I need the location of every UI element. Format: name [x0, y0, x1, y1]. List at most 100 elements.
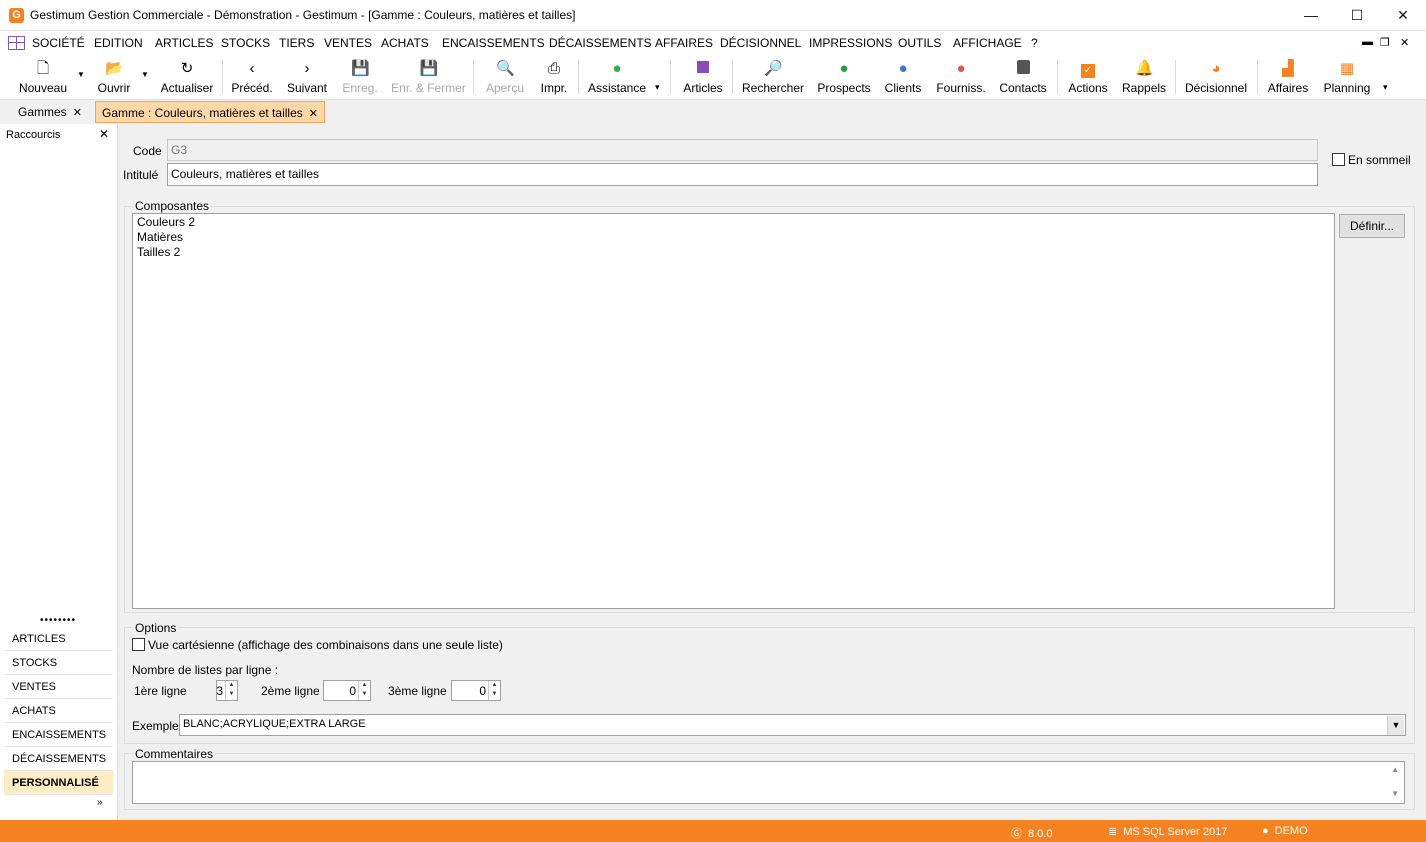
code-field[interactable]: G3 — [167, 139, 1318, 161]
menu-articles[interactable]: ARTICLES — [155, 36, 213, 50]
rechercher-button[interactable]: 🔎 Rechercher — [741, 56, 805, 98]
title-bar: G Gestimum Gestion Commerciale - Démonst… — [0, 0, 1426, 31]
tab-gammes[interactable]: Gammes ✕ — [12, 101, 88, 123]
mdi-minimize-button[interactable]: ▬ — [1362, 36, 1373, 48]
grid-icon[interactable] — [8, 36, 25, 50]
sidebar-item-encaissements[interactable]: ENCAISSEMENTS — [4, 723, 113, 747]
nouveau-button[interactable]: 🗋 Nouveau — [15, 56, 71, 98]
menu-help[interactable]: ? — [1031, 36, 1038, 50]
menu-decaissements[interactable]: DÉCAISSEMENTS — [549, 36, 652, 50]
assistance-button[interactable]: ● Assistance — [587, 56, 647, 98]
prospects-label: Prospects — [817, 81, 871, 95]
actualiser-label: Actualiser — [160, 81, 214, 95]
vue-cartesienne-checkbox[interactable] — [132, 638, 145, 651]
exemple-value: BLANC;ACRYLIQUE;EXTRA LARGE — [183, 718, 366, 730]
affaires-button[interactable]: ▟ Affaires — [1266, 56, 1310, 98]
ouvrir-button[interactable]: 📂 Ouvrir — [93, 56, 135, 98]
suivant-button[interactable]: › Suivant — [285, 56, 329, 98]
actions-check-icon: ✓ — [1079, 60, 1097, 78]
ligne1-stepper[interactable]: 3 ▲ ▼ — [216, 680, 238, 701]
maximize-button[interactable]: ☐ — [1334, 0, 1380, 31]
vue-cartesienne-label: Vue cartésienne (affichage des combinais… — [148, 638, 503, 652]
list-item[interactable]: Matières — [133, 229, 1334, 244]
articles-button[interactable]: Articles — [681, 56, 725, 98]
actions-label: Actions — [1068, 81, 1108, 95]
actions-button[interactable]: ✓ Actions — [1066, 56, 1110, 98]
stepper-arrows-icon[interactable]: ▲ ▼ — [488, 681, 500, 700]
composantes-title: Composantes — [133, 199, 212, 213]
sidebar-item-decaissements[interactable]: DÉCAISSEMENTS — [4, 747, 113, 771]
menu-affichage[interactable]: AFFICHAGE — [953, 36, 1022, 50]
sidebar-close-icon[interactable]: ✕ — [99, 127, 109, 141]
menu-encaissements[interactable]: ENCAISSEMENTS — [442, 36, 545, 50]
toolbar-separator — [1057, 60, 1058, 94]
prospects-button[interactable]: ● Prospects — [816, 56, 872, 98]
decisionnel-button[interactable]: ◕ Décisionnel — [1184, 56, 1248, 98]
apercu-button[interactable]: 🔍 Aperçu — [484, 56, 526, 98]
tab-gamme-detail[interactable]: Gamme : Couleurs, matières et tailles ✕ — [95, 101, 325, 123]
minimize-button[interactable]: — — [1288, 0, 1334, 31]
toolbar-separator — [473, 60, 474, 94]
commentaires-textarea[interactable]: ▲ ▼ — [132, 761, 1405, 804]
preced-button[interactable]: ‹ Précéd. — [230, 56, 274, 98]
save-close-icon: 💾 — [419, 60, 439, 77]
enr-fermer-button[interactable]: 💾 Enr. & Fermer — [390, 56, 467, 98]
prospect-person-icon: ● — [839, 60, 849, 77]
composantes-list[interactable]: Couleurs 2 Matières Tailles 2 — [132, 213, 1335, 609]
toolbar-overflow-icon[interactable]: ▾ — [1383, 82, 1388, 93]
rappels-button[interactable]: 🔔 Rappels — [1122, 56, 1166, 98]
list-item[interactable]: Tailles 2 — [133, 244, 1334, 259]
whatsapp-icon: ● — [612, 60, 622, 77]
print-icon: ⎙ — [547, 60, 560, 77]
scroll-down-icon[interactable]: ▼ — [1391, 789, 1399, 798]
planning-button[interactable]: ▦ Planning — [1321, 56, 1373, 98]
actualiser-button[interactable]: ↻ Actualiser — [158, 56, 216, 98]
ligne2-stepper[interactable]: 0 ▲ ▼ — [323, 680, 371, 701]
mdi-restore-button[interactable]: ❐ — [1380, 36, 1390, 49]
chevron-down-icon[interactable]: ▼ — [1387, 716, 1404, 735]
sidebar-item-personnalise[interactable]: PERSONNALISÉ — [4, 771, 113, 795]
user-status: ● DEMO — [1262, 825, 1308, 837]
menu-tiers[interactable]: TIERS — [279, 36, 314, 50]
definir-button[interactable]: Définir... — [1339, 214, 1405, 238]
menu-outils[interactable]: OUTILS — [898, 36, 941, 50]
menu-stocks[interactable]: STOCKS — [221, 36, 270, 50]
en-sommeil-checkbox[interactable] — [1332, 153, 1345, 166]
menu-impressions[interactable]: IMPRESSIONS — [809, 36, 892, 50]
menu-affaires[interactable]: AFFAIRES — [655, 36, 713, 50]
sidebar-item-articles[interactable]: ARTICLES — [4, 627, 113, 651]
contacts-button[interactable]: Contacts — [998, 56, 1048, 98]
stepper-arrows-icon[interactable]: ▲ ▼ — [225, 681, 237, 700]
close-tab-icon[interactable]: ✕ — [309, 108, 318, 120]
impr-button[interactable]: ⎙ Impr. — [537, 56, 571, 98]
sidebar-item-stocks[interactable]: STOCKS — [4, 651, 113, 675]
menu-ventes[interactable]: VENTES — [324, 36, 372, 50]
nouveau-label: Nouveau — [18, 81, 68, 95]
sidebar-item-ventes[interactable]: VENTES — [4, 675, 113, 699]
menu-societe[interactable]: SOCIÉTÉ — [32, 36, 85, 50]
enreg-button[interactable]: 💾 Enreg. — [340, 56, 380, 98]
intitule-field[interactable]: Couleurs, matières et tailles — [167, 163, 1318, 186]
database-icon: ≣ — [1108, 826, 1118, 838]
nouveau-dropdown-icon[interactable]: ▼ — [77, 70, 85, 79]
sidebar-title: Raccourcis — [6, 129, 61, 141]
scroll-up-icon[interactable]: ▲ — [1391, 765, 1399, 774]
toolbar-overflow-icon[interactable]: ▾ — [655, 82, 660, 93]
close-window-button[interactable]: ✕ — [1380, 0, 1426, 31]
fourniss-button[interactable]: ● Fourniss. — [935, 56, 987, 98]
sidebar-more-icon[interactable]: » — [97, 797, 103, 808]
clients-button[interactable]: ● Clients — [883, 56, 923, 98]
ouvrir-dropdown-icon[interactable]: ▼ — [141, 70, 149, 79]
mdi-close-button[interactable]: ✕ — [1400, 36, 1409, 49]
menu-achats[interactable]: ACHATS — [381, 36, 429, 50]
menu-decisionnel[interactable]: DÉCISIONNEL — [720, 36, 801, 50]
ligne3-stepper[interactable]: 0 ▲ ▼ — [451, 680, 501, 701]
ligne1-label: 1ère ligne — [134, 684, 187, 698]
list-item[interactable]: Couleurs 2 — [133, 214, 1334, 229]
sidebar-item-achats[interactable]: ACHATS — [4, 699, 113, 723]
exemple-combobox[interactable]: BLANC;ACRYLIQUE;EXTRA LARGE ▼ — [179, 714, 1406, 736]
stepper-arrows-icon[interactable]: ▲ ▼ — [358, 681, 370, 700]
close-tab-icon[interactable]: ✕ — [73, 107, 82, 119]
sidebar-splitter-grip[interactable]: •••••••• — [40, 615, 76, 626]
menu-edition[interactable]: EDITION — [94, 36, 143, 50]
